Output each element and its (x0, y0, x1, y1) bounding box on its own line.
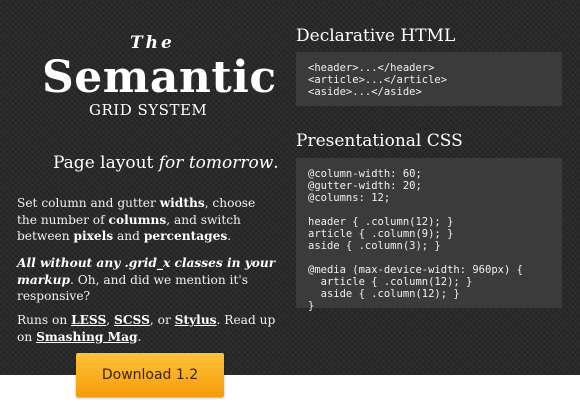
less-link[interactable]: LESS (71, 313, 106, 327)
css-section-heading: Presentational CSS (296, 131, 463, 151)
logo-title: Semantic (42, 52, 277, 103)
intro-text: and (113, 229, 144, 243)
tagline: Page layout for tomorrow. (53, 153, 279, 173)
intro-bold-widths: widths (159, 196, 205, 210)
tagline-emphasis: for tomorrow (158, 153, 274, 173)
responsive-paragraph: All without any .grid_x classes in your … (17, 255, 277, 305)
intro-text: . (227, 229, 232, 243)
intro-text: Set column and gutter (17, 196, 160, 210)
html-section-heading: Declarative HTML (296, 26, 456, 46)
logo-subtitle: GRID SYSTEM (89, 101, 208, 119)
html-code-block: <header>...</header> <article>...</artic… (296, 52, 562, 106)
runs-text: . (137, 329, 142, 344)
stylus-link[interactable]: Stylus (175, 313, 217, 327)
smashing-mag-link[interactable]: Smashing Mag (36, 330, 137, 344)
runs-text: , or (149, 313, 175, 327)
intro-bold-percentages: percentages (143, 229, 228, 243)
tagline-suffix: . (273, 153, 279, 173)
runs-text: , (106, 313, 115, 327)
download-button[interactable]: Download 1.2 (76, 353, 224, 397)
intro-bold-columns: columns (108, 212, 167, 227)
css-code-block: @column-width: 60; @gutter-width: 20; @c… (296, 158, 562, 312)
logo-the: The (130, 33, 175, 53)
intro-bold-pixels: pixels (73, 229, 114, 243)
intro-paragraph: Set column and gutter widths, choose the… (17, 195, 277, 245)
scss-link[interactable]: SCSS (114, 313, 150, 327)
tagline-prefix: Page layout (53, 153, 159, 173)
download-button-label: Download 1.2 (101, 367, 199, 383)
runs-paragraph: Runs on LESS, SCSS, or Stylus. Read up o… (17, 312, 277, 345)
runs-text: Runs on (17, 313, 72, 327)
